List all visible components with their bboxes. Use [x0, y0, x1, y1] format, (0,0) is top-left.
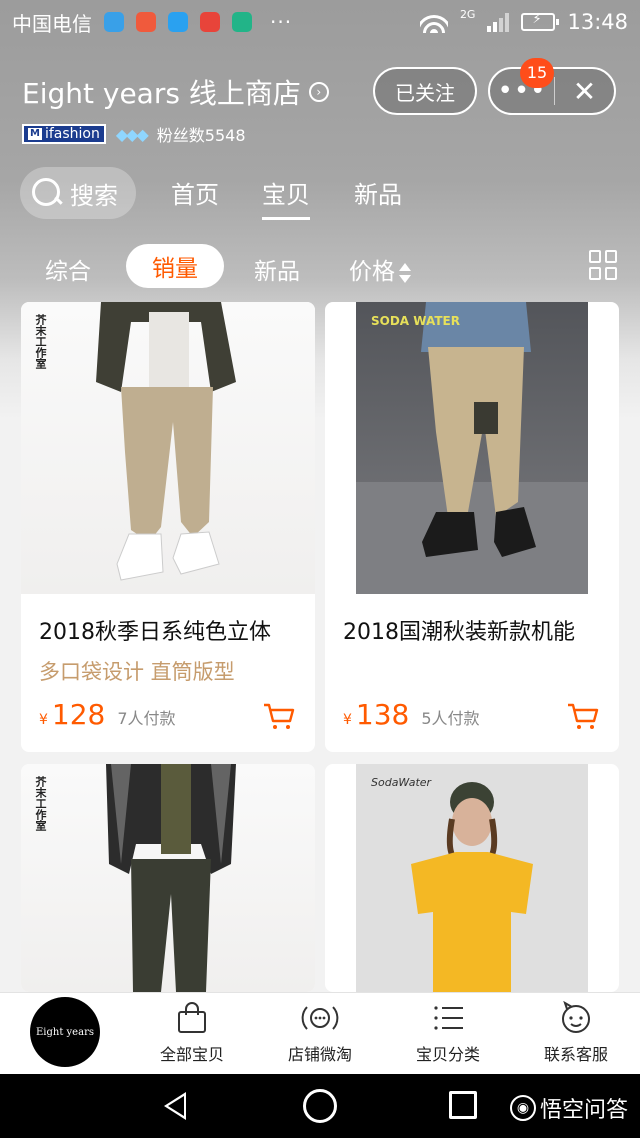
product-image — [21, 764, 315, 992]
notification-badge: 15 — [520, 58, 554, 88]
diamond-rating-icon: ◆◆◆ — [115, 124, 149, 144]
tab-customer-service-label: 联系客服 — [543, 1045, 608, 1064]
recent-apps-icon[interactable] — [449, 1091, 477, 1119]
follow-button[interactable]: 已关注 — [373, 67, 477, 115]
broadcast-icon — [301, 1006, 339, 1030]
sort-arrows-icon — [399, 261, 411, 285]
store-meta: Mifashion ◆◆◆ 粉丝数5548 — [22, 122, 246, 146]
brand-mark: 芥末工作室 — [34, 314, 47, 369]
price-row: ¥ 128 7人付款 — [39, 698, 176, 731]
search-icon — [32, 178, 62, 208]
wifi-icon — [419, 11, 448, 33]
status-bar: 中国电信 ··· 2G 13:48 — [0, 0, 640, 44]
more-notifications-icon: ··· — [270, 10, 293, 34]
brand-mark: SODA WATER — [371, 314, 460, 328]
tab-all-products[interactable]: 全部宝贝 — [137, 1001, 247, 1065]
store-name-label: Eight years 线上商店 — [22, 77, 301, 110]
product-card[interactable]: SodaWater — [325, 764, 619, 992]
watermark-label: 悟空问答 — [540, 1098, 629, 1123]
tab-customer-service[interactable]: 联系客服 — [521, 1001, 631, 1065]
currency-symbol: ¥ — [39, 712, 48, 728]
store-name[interactable]: Eight years 线上商店 › — [22, 72, 329, 112]
product-card[interactable]: 芥末工作室 — [21, 764, 315, 992]
product-card[interactable]: SODA WATER 2018国潮秋装新款机能 ¥ 138 5人付款 — [325, 302, 619, 752]
app-notification-icon — [232, 12, 252, 32]
signal-icon — [487, 12, 510, 32]
back-icon[interactable] — [164, 1092, 186, 1120]
tab-all-products-label: 全部宝贝 — [159, 1045, 224, 1064]
fans-count: 粉丝数5548 — [156, 126, 246, 145]
product-image — [356, 764, 588, 992]
chat-notification-icon — [168, 12, 188, 32]
sold-count: 5人付款 — [421, 709, 480, 728]
brand-mark: SodaWater — [371, 776, 432, 789]
product-price: 138 — [355, 698, 410, 731]
sort-new[interactable]: 新品 — [254, 252, 300, 286]
search-button[interactable]: 搜索 — [20, 167, 136, 219]
carrier-label: 中国电信 — [12, 11, 92, 36]
sort-sales[interactable]: 销量 — [126, 244, 224, 288]
product-subtitle: 多口袋设计 直筒版型 — [39, 660, 235, 684]
close-icon[interactable]: ✕ — [555, 75, 614, 108]
watermark: ◉ 悟空问答 — [510, 1092, 628, 1124]
network-type-label: 2G — [459, 7, 476, 21]
tab-products[interactable]: 宝贝 — [262, 175, 310, 220]
bottom-tab-bar: Eight years 全部宝贝 店铺微淘 宝贝分类 联系客服 — [0, 992, 640, 1074]
product-card[interactable]: 芥末工作室 2018秋季日系纯色立体 多口袋设计 直筒版型 ¥ 128 7人付款 — [21, 302, 315, 752]
tab-categories-label: 宝贝分类 — [415, 1045, 480, 1064]
app-notification-icon — [104, 12, 124, 32]
search-label: 搜索 — [70, 181, 118, 210]
system-nav-bar: ◉ 悟空问答 — [0, 1074, 640, 1138]
customer-service-icon — [562, 1001, 590, 1033]
battery-charging-icon — [521, 12, 560, 31]
app-notification-icon — [200, 12, 220, 32]
tab-store-feed[interactable]: 店铺微淘 — [265, 1001, 375, 1065]
app-notification-icon — [136, 12, 156, 32]
chevron-right-circle-icon: › — [308, 82, 329, 102]
cart-icon[interactable] — [263, 702, 295, 730]
sort-price-label: 价格 — [349, 259, 395, 285]
price-row: ¥ 138 5人付款 — [343, 698, 480, 731]
sold-count: 7人付款 — [117, 709, 176, 728]
brand-mark: 芥末工作室 — [34, 776, 47, 831]
product-image — [356, 302, 588, 594]
sort-comprehensive[interactable]: 综合 — [45, 252, 91, 286]
product-price: 128 — [51, 698, 106, 731]
tab-store-feed-label: 店铺微淘 — [287, 1045, 352, 1064]
shopping-bag-icon — [178, 1002, 206, 1033]
clock: 13:48 — [567, 10, 628, 34]
list-icon — [434, 1006, 463, 1030]
sort-price[interactable]: 价格 — [349, 252, 411, 286]
product-title: 2018秋季日系纯色立体 — [39, 620, 271, 645]
product-image — [21, 302, 315, 594]
grid-view-icon[interactable] — [589, 250, 619, 280]
product-title: 2018国潮秋装新款机能 — [343, 620, 575, 645]
tab-home[interactable]: 首页 — [171, 175, 219, 210]
ifashion-badge: Mifashion — [22, 124, 106, 144]
currency-symbol: ¥ — [343, 712, 352, 728]
tab-new[interactable]: 新品 — [354, 175, 402, 210]
shop-logo[interactable]: Eight years — [30, 997, 100, 1067]
home-icon[interactable] — [303, 1089, 337, 1123]
cart-icon[interactable] — [567, 702, 599, 730]
wukong-logo-icon: ◉ — [510, 1095, 536, 1121]
tab-categories[interactable]: 宝贝分类 — [393, 1001, 503, 1065]
